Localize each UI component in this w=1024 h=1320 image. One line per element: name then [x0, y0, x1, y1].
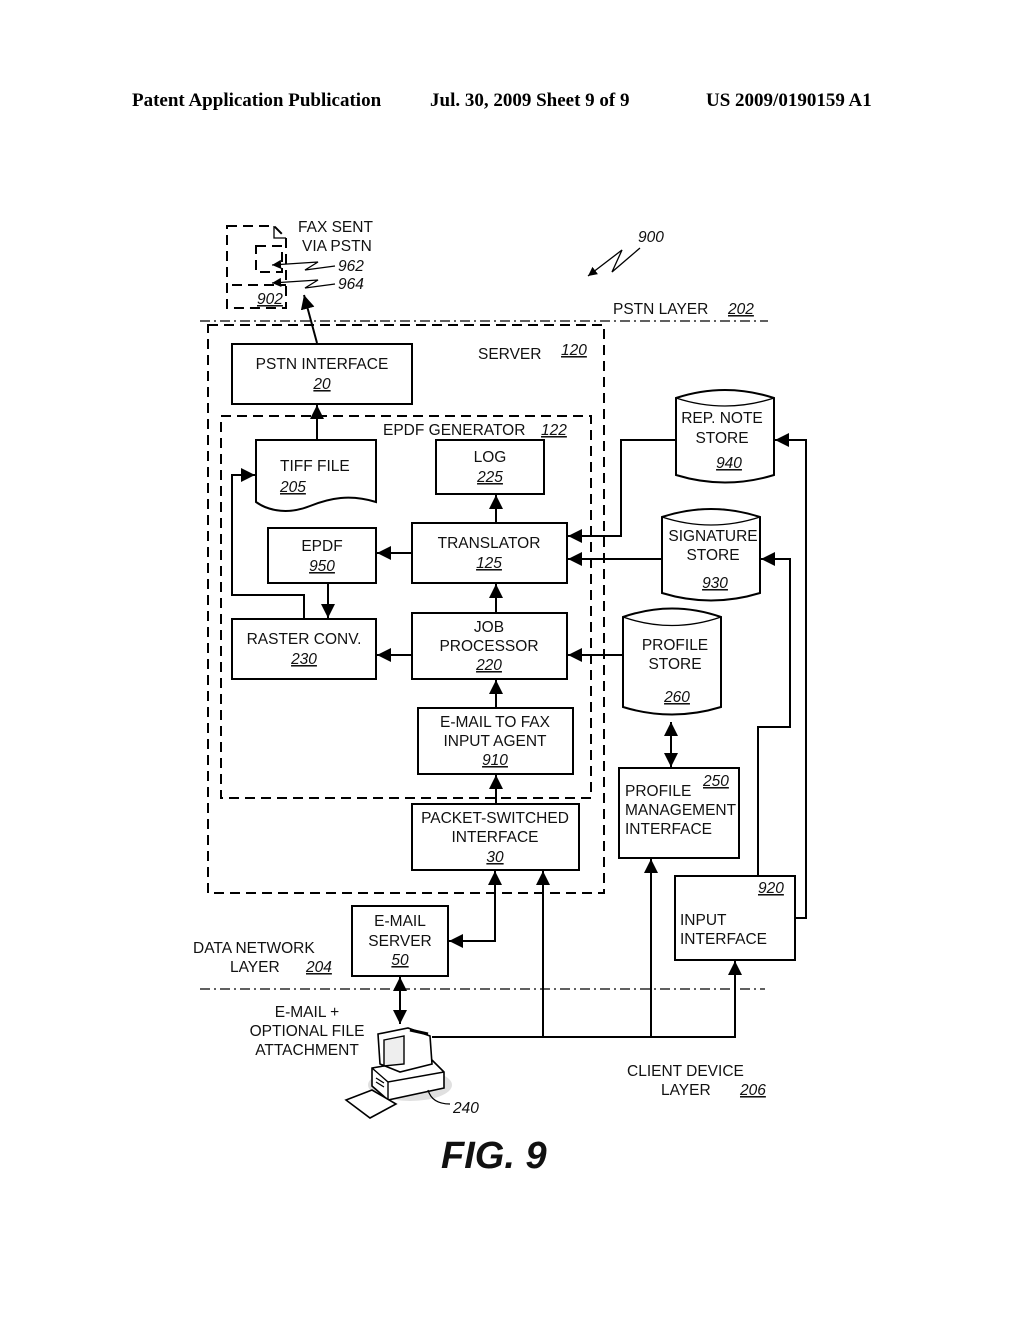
- pstn-interface-ref: 20: [312, 376, 331, 393]
- tiff-file-document[interactable]: TIFF FILE 205: [255, 439, 377, 512]
- tiff-file-ref: 205: [279, 479, 306, 496]
- signature-store-label-1: SIGNATURE: [668, 528, 757, 545]
- figure-caption: FIG. 9: [441, 1135, 547, 1177]
- email-agent-ref: 910: [482, 752, 508, 769]
- data-network-layer-ref: 204: [305, 959, 332, 976]
- signature-store-ref: 930: [702, 575, 728, 592]
- packet-interface-label-1: PACKET-SWITCHED: [421, 810, 569, 827]
- client-layer-label-1: CLIENT DEVICE: [627, 1063, 744, 1080]
- profile-store-ref: 260: [663, 689, 690, 706]
- raster-conv-ref: 230: [290, 651, 317, 668]
- arrow-repnote-to-translator: [568, 439, 676, 543]
- email-server-ref: 50: [391, 952, 409, 969]
- tiff-file-label: TIFF FILE: [280, 458, 350, 475]
- job-processor-label-2: PROCESSOR: [439, 638, 538, 655]
- profile-store-cylinder[interactable]: PROFILE STORE 260: [622, 607, 722, 716]
- job-processor-block[interactable]: JOB PROCESSOR 220: [411, 612, 568, 680]
- signature-store-label-2: STORE: [686, 547, 739, 564]
- email-server-label-1: E-MAIL: [374, 913, 426, 930]
- profile-mgmt-label-2: MANAGEMENT: [625, 802, 737, 819]
- figure-ref: 900: [638, 229, 664, 246]
- leader-900: [587, 247, 641, 277]
- epdf-generator-label: EPDF GENERATOR: [383, 422, 525, 439]
- diagram-canvas: FAX SENT VIA PSTN 962 964 902 900 PSTN L…: [193, 219, 807, 1177]
- fax-label-line1: FAX SENT: [298, 219, 373, 236]
- job-processor-label-1: JOB: [474, 619, 504, 636]
- input-interface-label-2: INTERFACE: [680, 931, 767, 948]
- profile-management-interface-block[interactable]: 250 PROFILE MANAGEMENT INTERFACE: [618, 767, 740, 859]
- client-computer-icon[interactable]: [344, 1027, 452, 1119]
- email-agent-label-1: E-MAIL TO FAX: [440, 714, 551, 731]
- signature-store-cylinder[interactable]: SIGNATURE STORE 930: [661, 508, 761, 602]
- rep-note-store-cylinder[interactable]: REP. NOTE STORE 940: [675, 389, 775, 484]
- fax-ref-964: 964: [338, 276, 364, 293]
- packet-switched-interface-block[interactable]: PACKET-SWITCHED INTERFACE 30: [411, 803, 580, 871]
- job-processor-ref: 220: [475, 657, 502, 674]
- fax-label-line2: VIA PSTN: [302, 238, 372, 255]
- rep-note-store-label-1: REP. NOTE: [681, 410, 763, 427]
- pstn-interface-label: PSTN INTERFACE: [256, 356, 389, 373]
- profile-store-label-2: STORE: [648, 656, 701, 673]
- email-agent-label-2: INPUT AGENT: [443, 733, 547, 750]
- arrow-input-to-signature: [757, 552, 791, 876]
- epdf-label: EPDF: [301, 538, 342, 555]
- log-block[interactable]: LOG 225: [435, 439, 545, 495]
- fax-ref-962: 962: [338, 258, 364, 275]
- pstn-layer-label: PSTN LAYER: [613, 301, 708, 318]
- pstn-layer-ref: 202: [727, 301, 754, 318]
- epdf-generator-ref: 122: [541, 422, 567, 439]
- profile-mgmt-label-3: INTERFACE: [625, 821, 712, 838]
- profile-mgmt-label-1: PROFILE: [625, 783, 691, 800]
- profile-mgmt-ref: 250: [702, 773, 729, 790]
- input-interface-ref: 920: [758, 880, 784, 897]
- translator-ref: 125: [476, 555, 502, 572]
- server-label: SERVER: [478, 346, 541, 363]
- epdf-block[interactable]: EPDF 950: [267, 527, 377, 584]
- packet-interface-label-2: INTERFACE: [452, 829, 539, 846]
- log-ref: 225: [476, 469, 503, 486]
- data-network-layer-label-2: LAYER: [230, 959, 280, 976]
- client-note-line3: ATTACHMENT: [255, 1042, 359, 1059]
- pstn-interface-block[interactable]: PSTN INTERFACE 20: [231, 343, 413, 405]
- client-note-line2: OPTIONAL FILE: [250, 1023, 365, 1040]
- client-note-line1: E-MAIL +: [275, 1004, 339, 1021]
- client-ref: 240: [452, 1100, 479, 1117]
- epdf-ref: 950: [309, 558, 335, 575]
- input-interface-label-1: INPUT: [680, 912, 727, 929]
- data-network-layer-label-1: DATA NETWORK: [193, 940, 315, 957]
- raster-conv-label: RASTER CONV.: [247, 631, 362, 648]
- translator-label: TRANSLATOR: [438, 535, 541, 552]
- packet-interface-ref: 30: [486, 849, 504, 866]
- input-interface-block[interactable]: 920 INPUT INTERFACE: [674, 875, 796, 961]
- email-server-label-2: SERVER: [368, 933, 431, 950]
- email-server-block[interactable]: E-MAIL SERVER 50: [351, 905, 449, 977]
- rep-note-store-label-2: STORE: [695, 430, 748, 447]
- arrow-pstn-to-fax: [300, 294, 318, 344]
- email-to-fax-agent-block[interactable]: E-MAIL TO FAX INPUT AGENT 910: [417, 707, 574, 775]
- arrow-packet-email-server: [449, 871, 502, 948]
- server-ref: 120: [561, 342, 587, 359]
- rep-note-store-ref: 940: [716, 455, 742, 472]
- client-layer-label-2: LAYER: [661, 1082, 711, 1099]
- client-layer-ref: 206: [739, 1082, 766, 1099]
- raster-conv-block[interactable]: RASTER CONV. 230: [231, 618, 377, 680]
- log-label: LOG: [474, 449, 507, 466]
- profile-store-label-1: PROFILE: [642, 637, 708, 654]
- translator-block[interactable]: TRANSLATOR 125: [411, 522, 568, 584]
- fax-ref-902: 902: [257, 291, 283, 308]
